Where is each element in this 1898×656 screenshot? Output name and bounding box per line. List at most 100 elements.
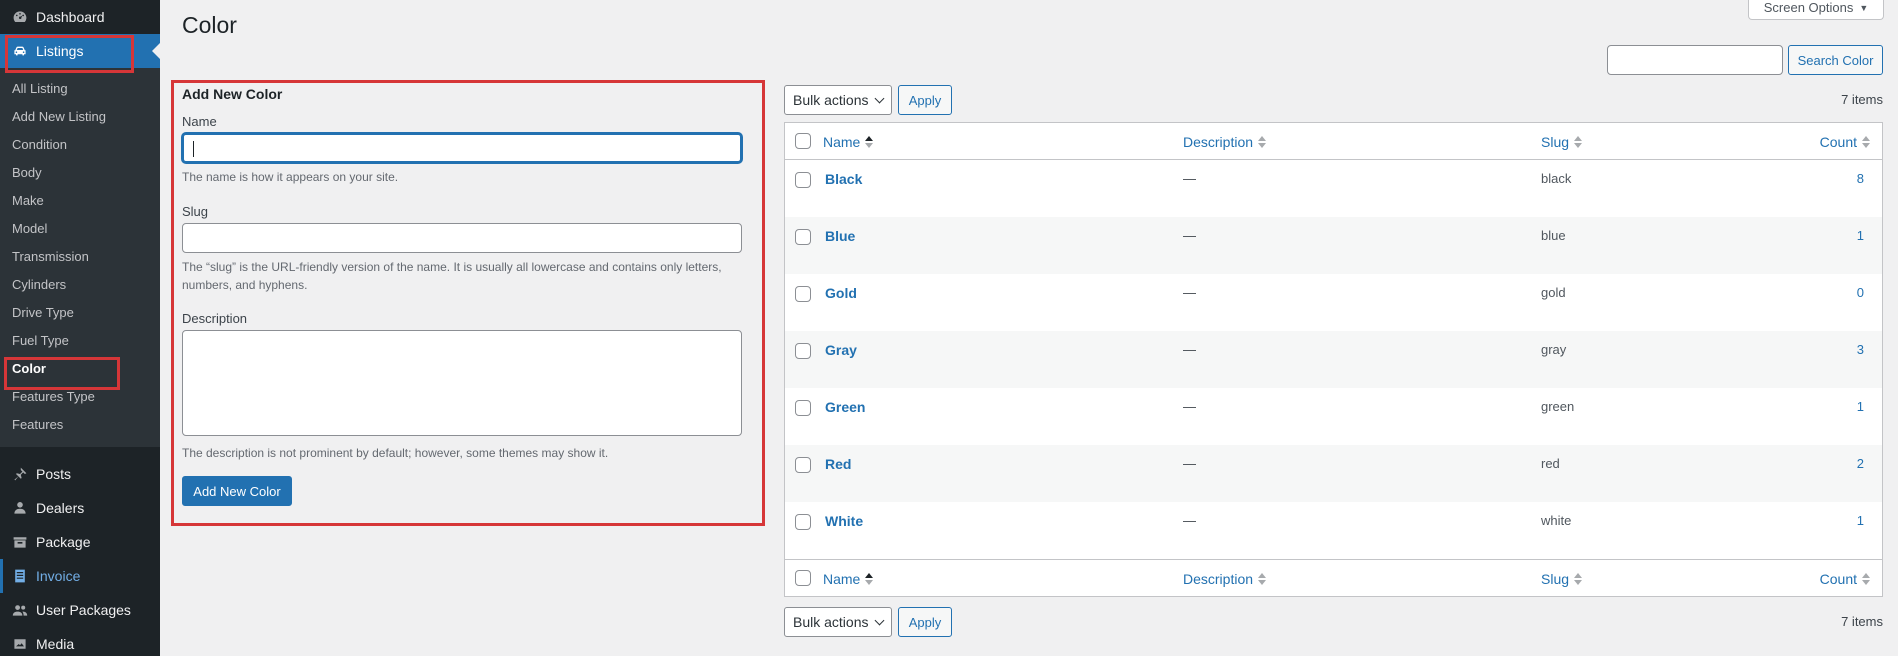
submenu-cylinders[interactable]: Cylinders: [0, 271, 160, 299]
menu-listings[interactable]: Listings: [0, 34, 160, 68]
apply-button-bottom[interactable]: Apply: [898, 607, 952, 637]
term-description: —: [1183, 285, 1196, 300]
menu-package[interactable]: Package: [0, 525, 160, 559]
screen-options-button[interactable]: Screen Options ▼: [1748, 0, 1884, 20]
menu-dealers[interactable]: Dealers: [0, 491, 160, 525]
submenu-condition[interactable]: Condition: [0, 131, 160, 159]
table-header: Name Description Slug Count: [785, 123, 1882, 160]
submenu-all-listing[interactable]: All Listing: [0, 75, 160, 103]
menu-posts-label: Posts: [36, 466, 72, 482]
menu-dashboard[interactable]: Dashboard: [0, 0, 160, 34]
submenu-make[interactable]: Make: [0, 187, 160, 215]
submenu-drive-type[interactable]: Drive Type: [0, 299, 160, 327]
column-slug[interactable]: Slug: [1541, 134, 1583, 150]
term-count-link[interactable]: 2: [1857, 456, 1864, 471]
term-name-link[interactable]: Green: [825, 399, 865, 415]
row-checkbox[interactable]: [795, 286, 811, 302]
media-icon: [10, 634, 30, 654]
term-slug: gray: [1541, 342, 1567, 357]
add-new-color-button[interactable]: Add New Color: [182, 476, 292, 506]
name-input[interactable]: [182, 133, 742, 163]
column-description[interactable]: Description: [1183, 134, 1267, 150]
menu-posts[interactable]: Posts: [0, 457, 160, 491]
slug-input[interactable]: [182, 223, 742, 253]
table-footer: Name Description Slug Count: [785, 559, 1882, 596]
term-count-link[interactable]: 1: [1857, 513, 1864, 528]
submenu-body[interactable]: Body: [0, 159, 160, 187]
document-icon: [10, 566, 30, 586]
name-label: Name: [182, 114, 217, 129]
table-row: Blue — blue 1: [785, 217, 1882, 274]
term-count-link[interactable]: 1: [1857, 399, 1864, 414]
apply-button-top[interactable]: Apply: [898, 85, 952, 115]
submenu-color[interactable]: Color: [0, 355, 160, 383]
column-name-label: Name: [823, 134, 861, 150]
user-icon: [10, 498, 30, 518]
add-new-color-form: Add New Color Name The name is how it ap…: [182, 86, 742, 506]
menu-media[interactable]: Media: [0, 627, 160, 656]
table-row: Green — green 1: [785, 388, 1882, 445]
sort-icon: [1574, 573, 1583, 585]
listings-submenu: All Listing Add New Listing Condition Bo…: [0, 68, 160, 447]
sort-icon: [1258, 573, 1267, 585]
submenu-add-new-listing[interactable]: Add New Listing: [0, 103, 160, 131]
row-checkbox[interactable]: [795, 343, 811, 359]
term-count-link[interactable]: 3: [1857, 342, 1864, 357]
column-name[interactable]: Name: [823, 134, 874, 150]
chevron-down-icon: [875, 93, 885, 103]
submenu-features[interactable]: Features: [0, 411, 160, 439]
submenu-model[interactable]: Model: [0, 215, 160, 243]
term-name-link[interactable]: Gray: [825, 342, 857, 358]
screen-options-label: Screen Options: [1763, 0, 1854, 15]
column-count-footer[interactable]: Count: [1820, 571, 1870, 587]
slug-hint: The “slug” is the URL-friendly version o…: [182, 260, 722, 292]
term-count-link[interactable]: 0: [1857, 285, 1864, 300]
items-count-top: 7 items: [1841, 92, 1883, 107]
admin-sidebar: Dashboard Listings All Listing Add New L…: [0, 0, 160, 656]
search-color-button[interactable]: Search Color: [1788, 45, 1883, 75]
menu-user-packages[interactable]: User Packages: [0, 593, 160, 627]
term-count-link[interactable]: 8: [1857, 171, 1864, 186]
dashboard-icon: [10, 7, 30, 27]
users-icon: [10, 600, 30, 620]
sort-icon: [1258, 136, 1267, 148]
row-checkbox[interactable]: [795, 457, 811, 473]
submenu-features-type[interactable]: Features Type: [0, 383, 160, 411]
chevron-down-icon: [875, 615, 885, 625]
pin-icon: [10, 464, 30, 484]
select-all-checkbox[interactable]: [795, 133, 811, 149]
column-count-label: Count: [1819, 134, 1857, 150]
term-name-link[interactable]: Gold: [825, 285, 857, 301]
row-checkbox[interactable]: [795, 172, 811, 188]
description-textarea[interactable]: [182, 330, 742, 436]
sort-icon: [1862, 136, 1870, 148]
column-count[interactable]: Count: [1820, 134, 1870, 150]
bulk-actions-label: Bulk actions: [793, 92, 869, 108]
column-name-footer[interactable]: Name: [823, 571, 874, 587]
sort-icon: [865, 136, 874, 148]
submenu-transmission[interactable]: Transmission: [0, 243, 160, 271]
row-checkbox[interactable]: [795, 514, 811, 530]
submenu-fuel-type[interactable]: Fuel Type: [0, 327, 160, 355]
column-description-footer[interactable]: Description: [1183, 571, 1267, 587]
term-name-link[interactable]: Red: [825, 456, 851, 472]
table-row: White — white 1: [785, 502, 1882, 559]
term-name-link[interactable]: Blue: [825, 228, 855, 244]
row-checkbox[interactable]: [795, 229, 811, 245]
term-name-link[interactable]: White: [825, 513, 863, 529]
menu-media-label: Media: [36, 636, 75, 652]
term-slug: green: [1541, 399, 1575, 414]
menu-listings-label: Listings: [36, 43, 84, 59]
term-name-link[interactable]: Black: [825, 171, 862, 187]
items-count-bottom: 7 items: [1841, 614, 1883, 629]
column-slug-footer[interactable]: Slug: [1541, 571, 1583, 587]
search-input[interactable]: [1607, 45, 1783, 75]
bulk-actions-select-bottom[interactable]: Bulk actions: [784, 607, 892, 637]
column-slug-label: Slug: [1541, 134, 1570, 150]
row-checkbox[interactable]: [795, 400, 811, 416]
select-all-checkbox-bottom[interactable]: [795, 570, 811, 586]
name-hint: The name is how it appears on your site.: [182, 170, 399, 184]
menu-invoice[interactable]: Invoice: [0, 559, 160, 593]
term-count-link[interactable]: 1: [1857, 228, 1864, 243]
bulk-actions-select-top[interactable]: Bulk actions: [784, 85, 892, 115]
